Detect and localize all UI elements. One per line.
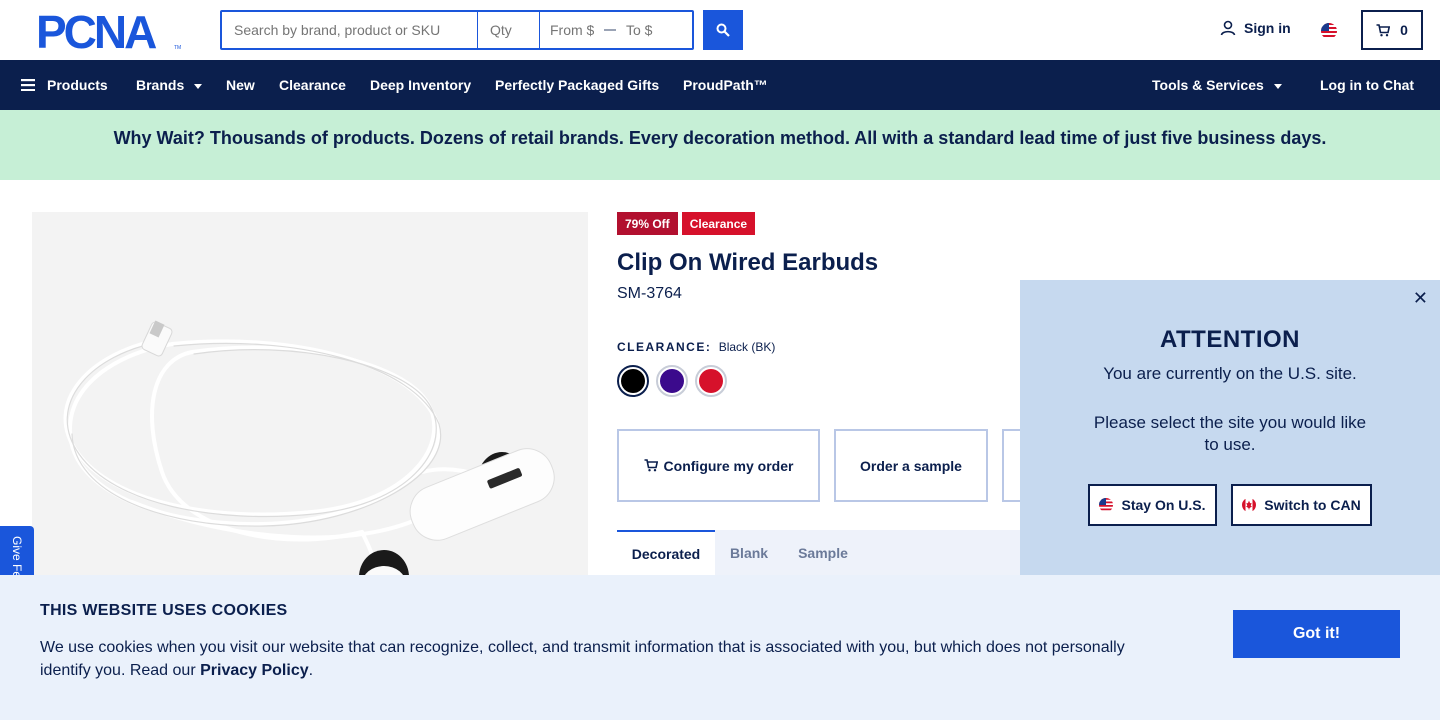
product-badges: 79% Off Clearance bbox=[617, 212, 756, 235]
cookie-banner: THIS WEBSITE USES COOKIES We use cookies… bbox=[0, 575, 1440, 720]
hamburger-icon bbox=[21, 79, 35, 91]
chevron-down-icon bbox=[1273, 83, 1282, 89]
promo-text: Why Wait? Thousands of products. Dozens … bbox=[113, 127, 1327, 148]
clearance-badge: Clearance bbox=[681, 212, 756, 235]
swatch-red-fill bbox=[699, 369, 723, 393]
product-sku: SM-3764 bbox=[617, 285, 682, 302]
sign-in-link[interactable]: Sign in bbox=[1220, 20, 1291, 36]
tab-blank[interactable]: Blank bbox=[715, 530, 783, 576]
swatch-black[interactable] bbox=[617, 365, 649, 397]
main-nav: Products Brands New Clearance Deep Inven… bbox=[0, 60, 1440, 110]
svg-text:TM: TM bbox=[174, 45, 181, 50]
configure-order-button[interactable]: Configure my order bbox=[617, 429, 820, 502]
earbuds-illustration bbox=[63, 320, 555, 592]
tab-sample[interactable]: Sample bbox=[783, 530, 863, 576]
tab-decorated[interactable]: Decorated bbox=[617, 530, 715, 576]
switch-can-label: Switch to CAN bbox=[1264, 497, 1361, 513]
stay-us-button[interactable]: Stay On U.S. bbox=[1088, 484, 1217, 526]
cookie-title: THIS WEBSITE USES COOKIES bbox=[40, 602, 288, 619]
nav-deep-inventory[interactable]: Deep Inventory bbox=[370, 60, 471, 110]
dialog-prompt-text: Please select the site you would like to… bbox=[1093, 413, 1367, 454]
nav-packaged-gifts[interactable]: Perfectly Packaged Gifts bbox=[495, 60, 659, 110]
color-swatches bbox=[617, 365, 727, 397]
product-image[interactable] bbox=[32, 212, 588, 592]
nav-chat-login[interactable]: Log in to Chat bbox=[1320, 60, 1414, 110]
swatch-purple-fill bbox=[660, 369, 684, 393]
nav-brands[interactable]: Brands bbox=[136, 60, 203, 110]
nav-clearance[interactable]: Clearance bbox=[279, 60, 346, 110]
nav-brands-label: Brands bbox=[136, 77, 185, 93]
us-flag-icon bbox=[1099, 498, 1114, 512]
swatch-black-fill bbox=[621, 369, 645, 393]
cart-icon bbox=[644, 459, 658, 472]
close-icon[interactable]: ✕ bbox=[1413, 288, 1428, 309]
logo-text: PCNA bbox=[36, 12, 156, 50]
dialog-title: ATTENTION bbox=[1159, 326, 1301, 353]
dialog-current-site-text: You are currently on the U.S. site. bbox=[1103, 364, 1357, 383]
qty-input[interactable] bbox=[478, 12, 540, 48]
cart-count: 0 bbox=[1400, 22, 1408, 38]
us-flag-icon[interactable] bbox=[1321, 23, 1337, 39]
search-button[interactable] bbox=[703, 10, 743, 50]
configure-order-label: Configure my order bbox=[663, 457, 794, 474]
range-dash bbox=[604, 29, 616, 31]
swatch-purple[interactable] bbox=[656, 365, 688, 397]
product-title: Clip On Wired Earbuds bbox=[617, 249, 879, 276]
site-select-dialog: ✕ ATTENTION You are currently on the U.S… bbox=[1020, 280, 1440, 576]
discount-badge: 79% Off bbox=[617, 212, 678, 235]
price-to-input[interactable] bbox=[616, 12, 680, 48]
cookie-text: We use cookies when you visit our websit… bbox=[40, 636, 1160, 682]
cookie-period: . bbox=[308, 662, 314, 679]
switch-can-button[interactable]: Switch to CAN bbox=[1231, 484, 1372, 526]
promo-banner: Why Wait? Thousands of products. Dozens … bbox=[0, 110, 1440, 180]
search-icon bbox=[716, 23, 730, 37]
order-sample-button[interactable]: Order a sample bbox=[834, 429, 988, 502]
nav-proudpath[interactable]: ProudPath™ bbox=[683, 60, 768, 110]
chevron-down-icon bbox=[194, 83, 203, 89]
order-sample-label: Order a sample bbox=[860, 457, 962, 474]
cart-icon bbox=[1376, 23, 1391, 36]
pcna-logo[interactable]: PCNA TM bbox=[36, 12, 184, 50]
nav-tools-services[interactable]: Tools & Services bbox=[1152, 60, 1282, 110]
price-range bbox=[540, 12, 692, 48]
color-label-heading: CLEARANCE: bbox=[617, 340, 712, 354]
nav-products[interactable]: Products bbox=[21, 60, 108, 110]
search-input[interactable] bbox=[222, 12, 478, 48]
price-from-input[interactable] bbox=[540, 12, 604, 48]
top-header: PCNA TM Sign in bbox=[0, 0, 1440, 60]
nav-new[interactable]: New bbox=[226, 60, 255, 110]
search-bar bbox=[220, 10, 694, 50]
sign-in-label: Sign in bbox=[1244, 20, 1291, 36]
cart-button[interactable]: 0 bbox=[1361, 10, 1423, 50]
swatch-red[interactable] bbox=[695, 365, 727, 397]
nav-products-label: Products bbox=[47, 77, 108, 93]
stay-us-label: Stay On U.S. bbox=[1121, 497, 1206, 513]
color-label-value: Black (BK) bbox=[718, 340, 776, 354]
cookie-accept-button[interactable]: Got it! bbox=[1233, 610, 1400, 658]
privacy-policy-link[interactable]: Privacy Policy bbox=[200, 662, 309, 679]
nav-tools-label: Tools & Services bbox=[1152, 77, 1264, 93]
user-icon bbox=[1220, 20, 1236, 36]
canada-flag-icon bbox=[1242, 498, 1257, 512]
color-label: CLEARANCE: Black (BK) bbox=[617, 340, 775, 354]
